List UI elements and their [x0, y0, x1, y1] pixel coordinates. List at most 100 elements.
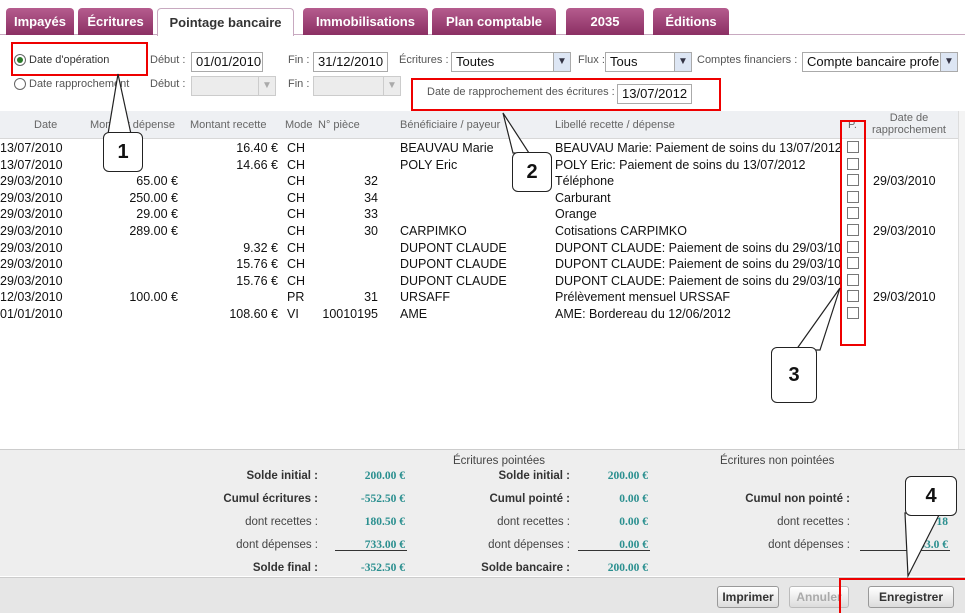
fin-rappro-select: ▼: [313, 76, 401, 96]
summary-value: 18: [936, 516, 949, 528]
row-montant-depense: 289.00 €: [129, 223, 178, 238]
tab-pointage-bancaire[interactable]: Pointage bancaire: [157, 8, 294, 36]
table-row[interactable]: 29/03/2010 15.76 € CH DUPONT CLAUDE DUPONT C…: [0, 273, 958, 290]
row-libelle: POLY Eric: Paiement de soins du 13/07/20…: [555, 157, 806, 172]
comptes-select[interactable]: Compte bancaire profe: ▼: [802, 52, 958, 72]
row-montant-depense: 250.00 €: [129, 190, 178, 205]
tab-ecritures[interactable]: Écritures: [78, 8, 153, 35]
row-date: 13/07/2010: [0, 141, 63, 155]
summary-value: 0.00 €: [619, 493, 648, 505]
callout-4: 4: [905, 476, 957, 516]
ecritures-select[interactable]: Toutes ▼: [451, 52, 571, 72]
tab-plan-comptable[interactable]: Plan comptable: [432, 8, 556, 35]
row-date: 29/03/2010: [0, 190, 63, 205]
summary-label: dont dépenses :: [236, 539, 318, 551]
divider: [860, 550, 950, 551]
comptes-label: Comptes financiers :: [697, 54, 798, 66]
table-row[interactable]: 29/03/2010 29.00 € CH 33 Orange: [0, 206, 958, 223]
table-row[interactable]: 12/03/2010 100.00 € PR 31 URSAFF Prélèvement …: [0, 289, 958, 306]
row-libelle: DUPONT CLAUDE: Paiement de soins du 29/0…: [555, 273, 840, 288]
annotation-box-2: [411, 78, 721, 111]
debut-rappro-select: ▼: [191, 76, 276, 96]
callout-2: 2: [512, 152, 552, 192]
summary-label: Cumul écritures :: [223, 493, 318, 505]
col-montant-depense[interactable]: Montant dépense: [90, 119, 175, 131]
col-beneficiaire[interactable]: Bénéficiaire / payeur: [400, 119, 500, 131]
annotation-box-3: [840, 120, 866, 346]
summary-label: dont dépenses :: [488, 539, 570, 551]
section-non-pointees: Écritures non pointées: [720, 455, 835, 467]
row-date: 29/03/2010: [0, 174, 63, 189]
summary-value: 200.00 €: [607, 470, 648, 482]
row-date: 01/01/2010: [0, 306, 63, 321]
table-body: 13/07/2010 16.40 € CH BEAUVAU Marie BEAUVAU …: [0, 140, 958, 323]
row-mode: CH: [287, 273, 306, 288]
summary-label: Solde initial :: [246, 470, 318, 482]
row-piece: 10010195: [322, 306, 378, 321]
row-libelle: AME: Bordereau du 12/06/2012: [555, 306, 731, 321]
row-libelle: DUPONT CLAUDE: Paiement de soins du 29/0…: [555, 257, 840, 272]
imprimer-button[interactable]: Imprimer: [717, 586, 779, 608]
tab-2035[interactable]: 2035: [566, 8, 644, 35]
table-row[interactable]: 29/03/2010 15.76 € CH DUPONT CLAUDE DUPONT C…: [0, 256, 958, 273]
summary-label: Cumul non pointé :: [745, 493, 850, 505]
tab-bar: Impayés Écritures Pointage bancaire Immo…: [0, 0, 965, 36]
row-beneficiaire: CARPIMKO: [400, 223, 467, 238]
flux-select[interactable]: Tous ▼: [605, 52, 692, 72]
summary-label: Solde initial :: [498, 470, 570, 482]
row-mode: PR: [287, 290, 305, 305]
divider: [335, 550, 407, 551]
col-montant-recette[interactable]: Montant recette: [190, 119, 266, 131]
row-mode: CH: [287, 207, 306, 222]
debut-date-input[interactable]: 01/01/2010: [191, 52, 263, 72]
row-beneficiaire: DUPONT CLAUDE: [400, 257, 507, 272]
row-date: 29/03/2010: [0, 207, 63, 222]
row-montant-depense: 100.00 €: [129, 290, 178, 305]
chevron-down-icon: ▼: [383, 77, 400, 95]
summary-label: Solde final :: [252, 562, 318, 574]
table-row[interactable]: 29/03/2010 65.00 € CH 32 Téléphone 29/03/2010: [0, 173, 958, 190]
radio-date-rapprochement[interactable]: [14, 78, 26, 90]
table-row[interactable]: 29/03/2010 289.00 € CH 30 CARPIMKO Cotisation…: [0, 223, 958, 240]
row-mode: CH: [287, 240, 306, 255]
col-piece[interactable]: N° pièce: [318, 119, 360, 131]
table-row[interactable]: 29/03/2010 250.00 € CH 34 Carburant: [0, 190, 958, 207]
row-piece: 32: [364, 174, 378, 189]
divider: [578, 550, 650, 551]
col-mode[interactable]: Mode: [285, 119, 313, 131]
summary-label: Cumul pointé :: [489, 493, 571, 505]
chevron-down-icon: ▼: [940, 53, 957, 71]
row-piece: 33: [364, 207, 378, 222]
flux-label: Flux :: [578, 54, 605, 66]
table-row[interactable]: 13/07/2010 16.40 € CH BEAUVAU Marie BEAUVAU …: [0, 140, 958, 157]
row-mode: CH: [287, 190, 306, 205]
col-date[interactable]: Date: [34, 119, 57, 131]
row-date-rapprochement: 29/03/2010: [873, 174, 936, 189]
row-piece: 34: [364, 190, 378, 205]
radio-date-rapprochement-label: Date rapprochement: [29, 78, 130, 90]
row-beneficiaire: URSAFF: [400, 290, 450, 305]
row-beneficiaire: DUPONT CLAUDE: [400, 240, 507, 255]
table-row[interactable]: 01/01/2010 108.60 € VI 10010195 AME AME: Bord…: [0, 306, 958, 323]
summary-label: dont recettes :: [245, 516, 318, 528]
comptes-select-value: Compte bancaire profe:: [807, 54, 943, 69]
row-piece: 31: [364, 290, 378, 305]
row-montant-recette: 9.32 €: [243, 240, 278, 255]
table-row[interactable]: 13/07/2010 14.66 € CH POLY Eric POLY Eric: P…: [0, 157, 958, 174]
fin-date-input[interactable]: 31/12/2010: [313, 52, 388, 72]
row-date: 29/03/2010: [0, 257, 63, 272]
footer-bar: Imprimer Annuler Enregistrer: [0, 577, 965, 613]
table-scrollbar[interactable]: [958, 111, 965, 449]
col-libelle[interactable]: Libellé recette / dépense: [555, 119, 675, 131]
row-date: 29/03/2010: [0, 240, 63, 255]
chevron-down-icon: ▼: [258, 77, 275, 95]
row-beneficiaire: DUPONT CLAUDE: [400, 273, 507, 288]
tab-immobilisations[interactable]: Immobilisations: [303, 8, 428, 35]
row-mode: CH: [287, 157, 306, 172]
col-date-rapprochement[interactable]: Date de rapprochement: [866, 112, 952, 136]
tab-impayes[interactable]: Impayés: [6, 8, 74, 35]
tab-editions[interactable]: Éditions: [653, 8, 729, 35]
fin-label: Fin :: [288, 54, 310, 66]
table-row[interactable]: 29/03/2010 9.32 € CH DUPONT CLAUDE DUPONT CL…: [0, 240, 958, 257]
annotation-box-1: [11, 42, 148, 76]
